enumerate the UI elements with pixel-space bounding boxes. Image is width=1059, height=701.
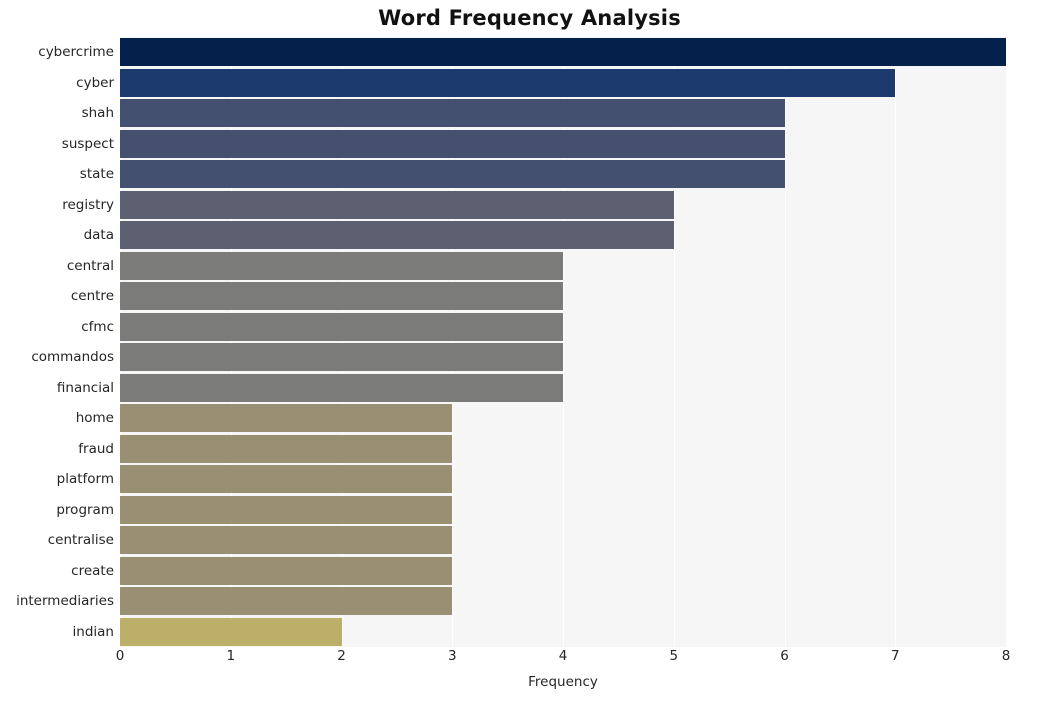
bar-row[interactable] — [120, 373, 1006, 402]
x-axis-title: Frequency — [528, 674, 598, 690]
bar-centralise[interactable] — [120, 526, 453, 555]
y-tick-label-cyber: cyber — [76, 74, 114, 91]
bar-row[interactable] — [120, 434, 1006, 463]
y-tick-label-program: program — [56, 501, 114, 518]
bar-row[interactable] — [120, 617, 1006, 646]
y-tick-label-financial: financial — [56, 379, 114, 396]
bar-row[interactable] — [120, 251, 1006, 280]
y-tick-label-home: home — [75, 410, 114, 427]
x-tick-label-6: 6 — [780, 648, 789, 664]
x-tick-label-5: 5 — [669, 648, 679, 664]
y-tick-label-fraud: fraud — [78, 440, 114, 457]
y-tick-label-state: state — [79, 166, 114, 183]
chart-title: Word Frequency Analysis — [378, 6, 681, 30]
x-tick-label-7: 7 — [890, 648, 900, 664]
bar-row[interactable] — [120, 404, 1006, 433]
bar-row[interactable] — [120, 587, 1006, 616]
y-tick-label-indian: indian — [72, 623, 114, 640]
bar-cfmc[interactable] — [120, 312, 563, 341]
y-tick-label-cfmc: cfmc — [81, 318, 114, 335]
y-tick-label-shah: shah — [81, 105, 114, 122]
x-tick-label-1: 1 — [226, 648, 236, 664]
bar-row[interactable] — [120, 282, 1006, 311]
bar-row[interactable] — [120, 68, 1006, 97]
bar-fraud[interactable] — [120, 434, 453, 463]
bar-data[interactable] — [120, 221, 674, 250]
bar-row[interactable] — [120, 221, 1006, 250]
y-tick-label-centre: centre — [70, 288, 114, 305]
x-tick-label-4: 4 — [558, 648, 568, 664]
bar-platform[interactable] — [120, 465, 453, 494]
bar-suspect[interactable] — [120, 129, 785, 158]
y-tick-label-intermediaries: intermediaries — [16, 593, 114, 610]
x-tick-label-3: 3 — [447, 648, 457, 664]
bar-intermediaries[interactable] — [120, 587, 453, 616]
bar-row[interactable] — [120, 99, 1006, 128]
bars-layer — [120, 37, 1006, 647]
bar-home[interactable] — [120, 404, 453, 433]
bar-cybercrime[interactable] — [120, 38, 1006, 67]
word-frequency-chart-figure: Word Frequency Analysis cybercrime cyber s… — [0, 0, 1059, 701]
bar-centre[interactable] — [120, 282, 563, 311]
bar-row[interactable] — [120, 343, 1006, 372]
bar-commandos[interactable] — [120, 343, 563, 372]
x-gridline — [1006, 37, 1007, 647]
y-tick-label-registry: registry — [62, 196, 114, 213]
bar-registry[interactable] — [120, 190, 674, 219]
bar-row[interactable] — [120, 526, 1006, 555]
bar-row[interactable] — [120, 160, 1006, 189]
bar-row[interactable] — [120, 190, 1006, 219]
bar-row[interactable] — [120, 129, 1006, 158]
bar-cyber[interactable] — [120, 68, 896, 97]
bar-program[interactable] — [120, 495, 453, 524]
x-tick-label-2: 2 — [337, 648, 346, 664]
bar-central[interactable] — [120, 251, 563, 280]
bar-row[interactable] — [120, 556, 1006, 585]
bar-row[interactable] — [120, 465, 1006, 494]
y-tick-label-data: data — [83, 227, 114, 244]
bar-row[interactable] — [120, 312, 1006, 341]
bar-state[interactable] — [120, 160, 785, 189]
y-tick-label-cybercrime: cybercrime — [38, 44, 114, 61]
y-tick-label-centralise: centralise — [47, 532, 114, 549]
bar-create[interactable] — [120, 556, 453, 585]
y-tick-label-central: central — [66, 257, 114, 274]
y-tick-label-platform: platform — [56, 471, 114, 488]
y-tick-label-create: create — [71, 562, 114, 579]
bar-financial[interactable] — [120, 373, 563, 402]
bar-indian[interactable] — [120, 617, 342, 646]
bar-row[interactable] — [120, 38, 1006, 67]
y-tick-label-suspect: suspect — [61, 135, 114, 152]
y-axis-tick-labels: cybercrime cyber shah suspect state registry d… — [0, 37, 114, 647]
y-tick-label-commandos: commandos — [31, 349, 114, 366]
x-tick-label-0: 0 — [115, 648, 125, 664]
x-tick-label-8: 8 — [1001, 648, 1011, 664]
bar-shah[interactable] — [120, 99, 785, 128]
x-axis-tick-labels: 0 1 2 3 4 5 6 7 8 — [116, 648, 1011, 670]
bar-row[interactable] — [120, 495, 1006, 524]
